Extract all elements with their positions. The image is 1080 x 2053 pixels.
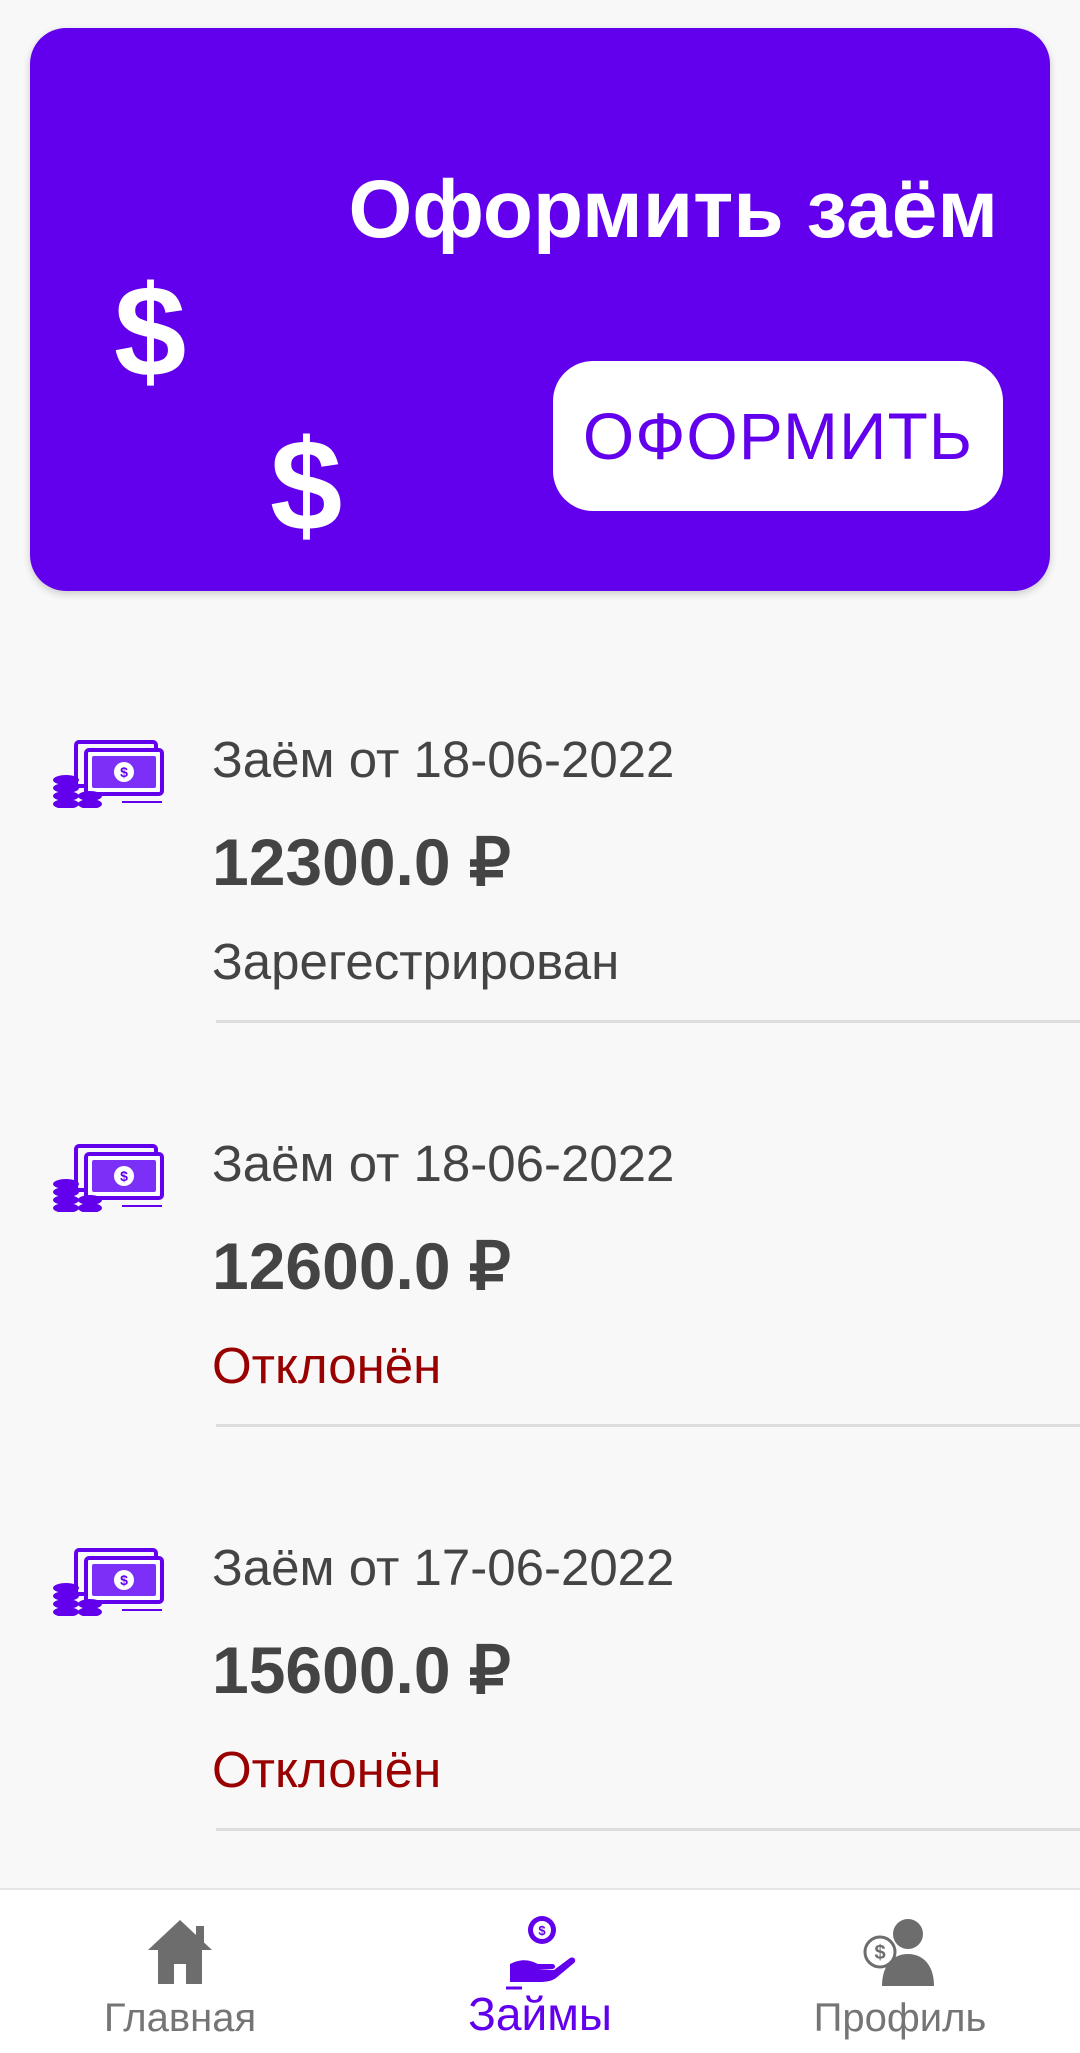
divider — [216, 1020, 1080, 1023]
nav-label-profile: Профиль — [813, 1996, 987, 2040]
apply-loan-button[interactable]: ОФОРМИТЬ — [553, 361, 1003, 511]
profile-icon: $ — [863, 1919, 934, 1986]
loan-amount: 12300.0 ₽ — [212, 825, 511, 899]
loan-list: $ Заём от 18-06-2022 12300.0 ₽ Зарегестр… — [0, 690, 1080, 1902]
money-stack-icon: $ — [53, 740, 164, 808]
money-stack-icon: $ — [53, 1548, 164, 1616]
apply-loan-card: Оформить заём $ $ ОФОРМИТЬ — [30, 28, 1050, 591]
loan-amount: 15600.0 ₽ — [212, 1633, 511, 1707]
promo-title: Оформить заём — [348, 164, 998, 255]
nav-item-profile[interactable]: $ Профиль — [720, 1890, 1080, 2053]
loan-list-item[interactable]: $ Заём от 18-06-2022 12300.0 ₽ Зарегестр… — [0, 690, 1080, 1094]
divider — [216, 1424, 1080, 1427]
loan-date: Заём от 18-06-2022 — [212, 731, 675, 788]
loan-list-item[interactable]: $ Заём от 18-06-2022 12600.0 ₽ Отклонён — [0, 1094, 1080, 1498]
money-stack-icon: $ — [53, 1144, 164, 1212]
nav-item-loans[interactable]: $ Займы — [360, 1890, 720, 2053]
loan-status: Отклонён — [212, 1741, 442, 1798]
divider — [216, 1828, 1080, 1831]
loan-status: Зарегестрирован — [212, 933, 620, 990]
dollar-sign-icon: $ — [270, 412, 343, 558]
loan-amount: 12600.0 ₽ — [212, 1229, 511, 1303]
dollar-sign-icon: $ — [114, 258, 187, 404]
loan-list-item[interactable]: $ Заём от 17-06-2022 15600.0 ₽ Отклонён — [0, 1498, 1080, 1902]
nav-label-loans: Займы — [468, 1988, 612, 2040]
svg-text:$: $ — [120, 1168, 128, 1184]
nav-label-home: Главная — [103, 1996, 257, 2040]
home-icon — [148, 1920, 212, 1984]
svg-text:$: $ — [874, 1942, 885, 1964]
svg-text:$: $ — [120, 764, 128, 780]
loan-status: Отклонён — [212, 1337, 442, 1394]
loans-screen: Оформить заём $ $ ОФОРМИТЬ $ Заём от 18-… — [0, 0, 1080, 2053]
nav-item-home[interactable]: Главная — [0, 1890, 360, 2053]
bottom-navigation: Главная $ Займы $ Профиль — [0, 1888, 1080, 2053]
loan-date: Заём от 17-06-2022 — [212, 1539, 675, 1596]
loan-date: Заём от 18-06-2022 — [212, 1135, 675, 1192]
loan-hand-icon: $ — [506, 1916, 576, 1990]
svg-text:$: $ — [538, 1923, 546, 1938]
svg-text:$: $ — [120, 1572, 128, 1588]
